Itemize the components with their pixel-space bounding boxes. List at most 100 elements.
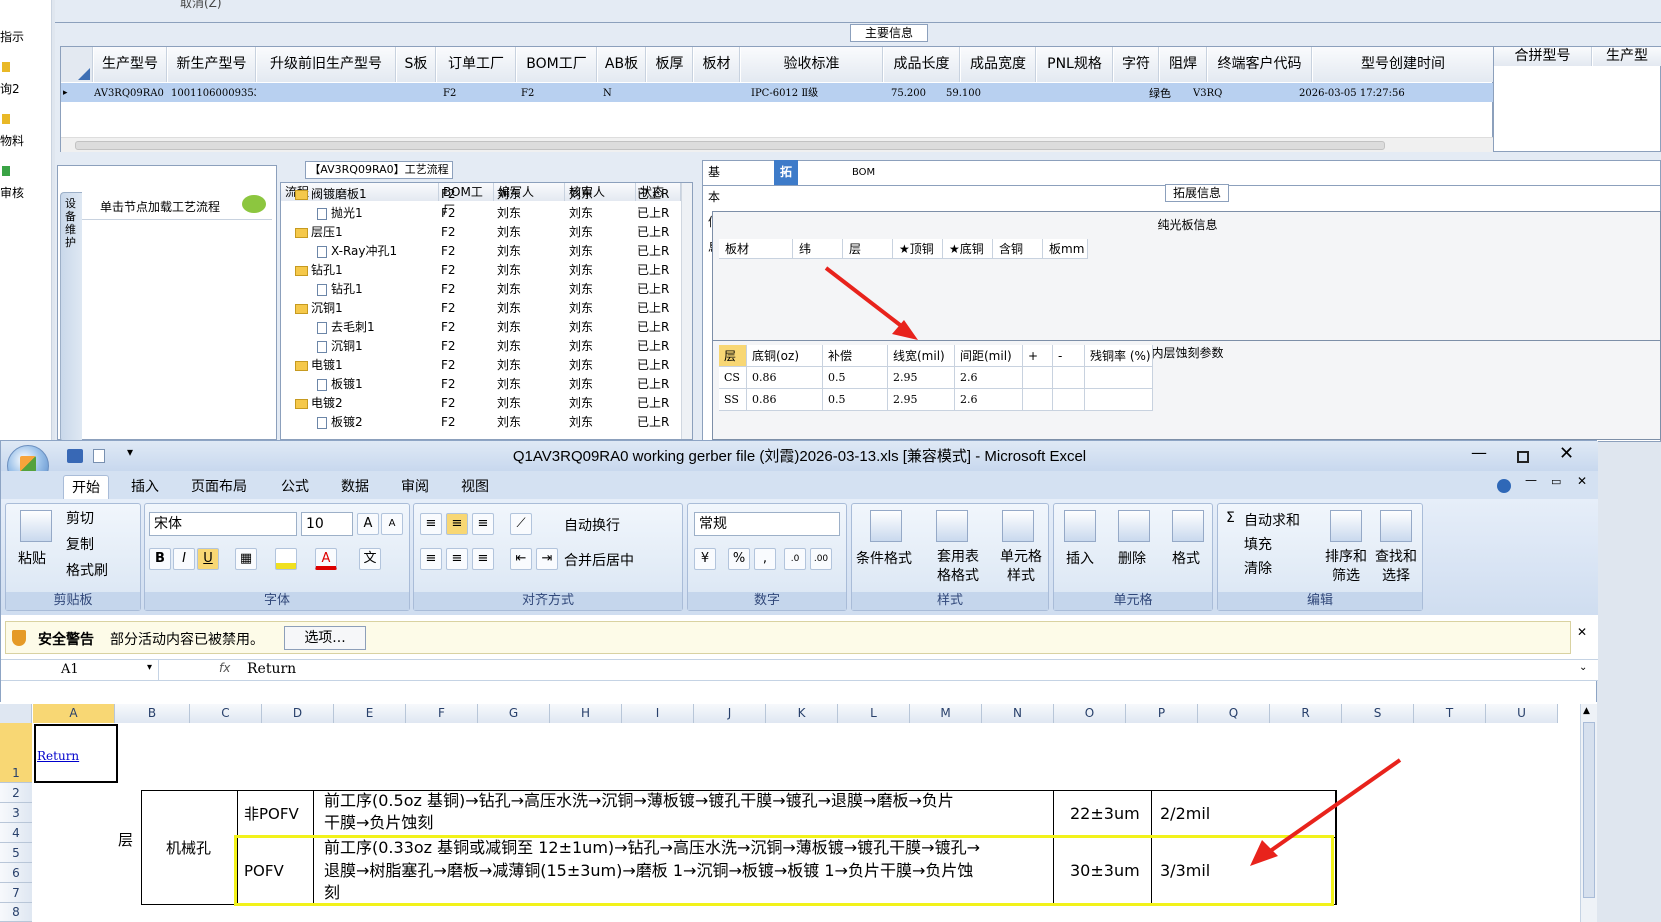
- inner-col-header[interactable]: 层: [719, 345, 747, 367]
- autosum-button[interactable]: 自动求和: [1244, 510, 1300, 530]
- column-header[interactable]: F: [406, 704, 478, 723]
- cell-bom-factory[interactable]: F2: [521, 85, 581, 102]
- table-format-button[interactable]: 套用表格格式: [932, 548, 984, 586]
- maximize-button[interactable]: [1517, 451, 1529, 463]
- column-header[interactable]: R: [1270, 704, 1342, 723]
- tree-row[interactable]: 去毛刺1 F2 刘东 刘东 已上R: [281, 318, 681, 337]
- column-header[interactable]: L: [838, 704, 910, 723]
- inner-cell[interactable]: [1023, 389, 1053, 411]
- currency-icon[interactable]: ¥: [694, 548, 716, 570]
- column-header[interactable]: I: [622, 704, 694, 723]
- inner-cell[interactable]: 2.6: [955, 389, 1023, 411]
- col-header[interactable]: 终端客户代码: [1208, 47, 1312, 82]
- inner-col-header[interactable]: 间距(mil): [955, 345, 1023, 367]
- inner-col-header[interactable]: 底铜(oz): [747, 345, 823, 367]
- tree-row[interactable]: 板镀2 F2 刘东 刘东 已上R: [281, 413, 681, 432]
- fill-color-icon[interactable]: [275, 548, 297, 570]
- qat-dropdown-icon[interactable]: ▾: [127, 445, 133, 459]
- plain-col[interactable]: 层: [843, 239, 893, 259]
- conditional-format-button[interactable]: 条件格式: [856, 548, 912, 568]
- column-header[interactable]: G: [478, 704, 550, 723]
- col-header[interactable]: 成品长度: [884, 47, 960, 82]
- col-header[interactable]: 验收标准: [741, 47, 883, 82]
- inner-cell[interactable]: [1053, 389, 1085, 411]
- find-select-button[interactable]: 查找和选择: [1372, 548, 1420, 586]
- column-header[interactable]: N: [982, 704, 1054, 723]
- plain-col[interactable]: 含铜: [993, 239, 1043, 259]
- formula-input[interactable]: Return: [247, 661, 296, 677]
- cut-button[interactable]: 剪切: [66, 508, 94, 528]
- inner-col-header[interactable]: -: [1053, 345, 1085, 367]
- row-header[interactable]: 4: [0, 823, 32, 843]
- tab-page-layout[interactable]: 页面布局: [183, 475, 255, 499]
- inner-cell[interactable]: 2.95: [888, 367, 955, 389]
- tree-row[interactable]: 沉铜1 F2 刘东 刘东 已上R: [281, 337, 681, 356]
- inner-cell[interactable]: 2.95: [888, 389, 955, 411]
- font-color-button[interactable]: A: [315, 548, 337, 570]
- percent-button[interactable]: %: [728, 548, 750, 570]
- tree-row[interactable]: 抛光1 F2 刘东 刘东 已上R: [281, 204, 681, 223]
- grid-corner[interactable]: [61, 47, 93, 82]
- bold-button[interactable]: B: [149, 548, 171, 570]
- column-header[interactable]: B: [115, 704, 190, 723]
- cell-non-pofv[interactable]: 非POFV: [244, 804, 299, 824]
- increase-decimal-icon[interactable]: .0: [784, 548, 806, 570]
- left-nav-item[interactable]: 指示: [0, 28, 24, 45]
- inner-cell[interactable]: CS: [719, 367, 747, 389]
- fx-icon[interactable]: fx: [219, 661, 230, 675]
- inner-cell[interactable]: [1085, 389, 1153, 411]
- cell-standard[interactable]: IPC-6012 Ⅱ级: [751, 85, 881, 102]
- format-painter-button[interactable]: 格式刷: [66, 560, 108, 580]
- column-header[interactable]: P: [1126, 704, 1198, 723]
- orientation-icon[interactable]: ⟋: [510, 513, 532, 535]
- paste-label[interactable]: 粘贴: [18, 548, 46, 568]
- align-left-icon[interactable]: ≡: [420, 548, 442, 570]
- italic-button[interactable]: I: [173, 548, 195, 570]
- column-header[interactable]: S: [1342, 704, 1414, 723]
- cell-ab[interactable]: N: [603, 85, 633, 102]
- column-header[interactable]: A: [33, 704, 115, 723]
- col-header[interactable]: 阻焊: [1160, 47, 1207, 82]
- inner-cell[interactable]: 0.5: [823, 389, 888, 411]
- scroll-thumb[interactable]: [75, 141, 1385, 150]
- plain-col[interactable]: 纬: [793, 239, 843, 259]
- vertical-scrollbar[interactable]: ▲: [1580, 704, 1597, 922]
- row-header[interactable]: 6: [0, 863, 32, 883]
- tree-row[interactable]: 电镀1 F2 刘东 刘东 已上R: [281, 356, 681, 375]
- decrease-decimal-icon[interactable]: .00: [810, 548, 832, 570]
- cell-layer[interactable]: 层: [118, 830, 133, 850]
- cell-line-1[interactable]: 2/2mil: [1160, 804, 1210, 824]
- column-header[interactable]: J: [694, 704, 766, 723]
- insert-cells-icon[interactable]: [1064, 510, 1096, 542]
- help-icon[interactable]: [1497, 479, 1511, 493]
- col-header[interactable]: 新生产型号: [168, 47, 256, 82]
- align-middle-icon[interactable]: ≡: [446, 513, 468, 535]
- close-button[interactable]: ✕: [1559, 443, 1574, 464]
- format-cells-icon[interactable]: [1172, 510, 1204, 542]
- inner-cell[interactable]: [1053, 367, 1085, 389]
- tree-row[interactable]: 钻孔1 F2 刘东 刘东 已上R: [281, 280, 681, 299]
- tree-row[interactable]: 阀镀磨板1 F2 刘东 刘东 已上R: [281, 185, 681, 204]
- plain-col[interactable]: ★顶铜: [893, 239, 943, 259]
- wrap-text-button[interactable]: 自动换行: [564, 515, 620, 535]
- horizontal-scrollbar[interactable]: [61, 137, 1494, 152]
- name-box-dropdown-icon[interactable]: ▾: [147, 662, 152, 673]
- tree-scrollbar[interactable]: [681, 183, 692, 439]
- new-document-icon[interactable]: [93, 449, 105, 463]
- align-top-icon[interactable]: ≡: [420, 513, 442, 535]
- inner-col-header[interactable]: +: [1023, 345, 1053, 367]
- clear-button[interactable]: 清除: [1244, 558, 1272, 578]
- name-box[interactable]: A1: [1, 660, 159, 680]
- tab-home[interactable]: 开始: [63, 475, 109, 499]
- minimize-button[interactable]: —: [1471, 443, 1487, 462]
- left-nav-item[interactable]: 询2: [0, 80, 20, 97]
- cell-style-icon[interactable]: [1002, 510, 1034, 542]
- inner-col-header[interactable]: 残铜率 (%): [1085, 345, 1153, 367]
- cell-prod[interactable]: AV3RQ09RA0: [94, 85, 167, 102]
- tree-row[interactable]: 板镀1 F2 刘东 刘东 已上R: [281, 375, 681, 394]
- merge-center-button[interactable]: 合并后居中: [564, 550, 634, 570]
- options-button[interactable]: 选项...: [284, 626, 366, 650]
- tab-basic[interactable]: 基本信息: [702, 160, 726, 254]
- column-header[interactable]: Q: [1198, 704, 1270, 723]
- save-icon[interactable]: [67, 449, 83, 463]
